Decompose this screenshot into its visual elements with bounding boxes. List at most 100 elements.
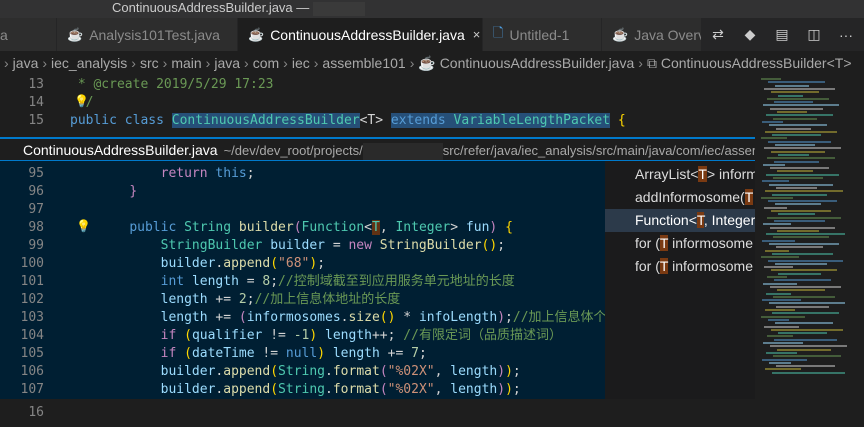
minimap-line — [776, 246, 823, 249]
code-token: ) — [317, 346, 326, 361]
minimap-line — [768, 140, 831, 143]
code-token: length — [191, 274, 239, 289]
reference-item[interactable]: addInformosome(T informosome — [605, 186, 755, 209]
code-token: } — [129, 184, 138, 199]
lightbulb-icon[interactable]: 💡 — [74, 94, 89, 108]
close-tab-icon[interactable]: × — [473, 27, 481, 42]
code-line[interactable]: if (qualifier != -1) length++; //有限定词（品质… — [98, 327, 562, 345]
minimap-line — [770, 107, 823, 110]
code-token: dateTime — [191, 346, 255, 361]
code-line[interactable]: public class ContinuousAddressBuilder<T>… — [70, 112, 626, 130]
tab-java-overview[interactable]: ☕ Java Overv — [602, 18, 702, 51]
reference-item[interactable]: ArrayList<T> informosomes — [605, 163, 755, 186]
open-preview-icon[interactable]: ▤ — [766, 26, 798, 43]
git-icon[interactable]: ◆ — [734, 26, 766, 43]
code-token: Integer — [395, 220, 451, 235]
minimap-line — [765, 190, 843, 193]
code-line[interactable]: public String builder(Function<T, Intege… — [98, 219, 513, 237]
code-token: StringBuilder — [160, 238, 263, 253]
minimap-line — [776, 365, 835, 368]
code-token: ContinuousAddressBuilder — [171, 113, 360, 128]
minimap-line — [773, 355, 841, 358]
code-line[interactable]: } — [98, 183, 137, 201]
code-line[interactable]: length += (informosomes.size() * infoLen… — [98, 309, 605, 327]
minimap-line — [772, 312, 839, 315]
breadcrumb-item[interactable]: src — [140, 55, 159, 71]
minimap[interactable] — [755, 76, 864, 427]
code-token: . — [325, 382, 333, 397]
code-line[interactable]: * @create 2019/5/29 17:23 — [70, 76, 274, 94]
minimap-line — [769, 124, 827, 127]
minimap-line — [762, 180, 789, 183]
code-token: builder — [160, 364, 216, 379]
breadcrumb-item[interactable]: java — [214, 55, 240, 71]
code-line[interactable]: length += 2;//加上信息体地址的长度 — [98, 291, 401, 309]
minimap-line — [768, 81, 825, 84]
tab-label: a — [0, 26, 8, 43]
compare-changes-icon[interactable]: ⇄ — [702, 26, 734, 43]
code-token: extends — [390, 113, 446, 128]
breadcrumb-item[interactable]: assemble101 — [322, 55, 405, 71]
tab-continuousaddressbuilder[interactable]: ☕ ContinuousAddressBuilder.java × — [238, 18, 483, 51]
line-number: 105 — [20, 346, 44, 361]
code-line[interactable]: builder.append(String.format("%02X", len… — [98, 363, 521, 381]
line-number: 16 — [28, 405, 44, 420]
reference-match: T — [659, 258, 669, 274]
code-token: infoLength — [418, 310, 498, 325]
line-number: 98 — [28, 220, 44, 235]
code-line[interactable]: int length = 8;//控制域截至到应用服务单元地址的长度 — [98, 273, 515, 291]
breadcrumb-item[interactable]: ContinuousAddressBuilder.java — [440, 55, 635, 71]
code-token: Function — [301, 220, 365, 235]
lightbulb-icon[interactable]: 💡 — [76, 219, 91, 233]
code-token: size — [348, 310, 380, 325]
line-number: 96 — [28, 184, 44, 199]
line-number: 107 — [20, 382, 44, 397]
code-token: ) — [505, 382, 513, 397]
code-token: //加上信息体地址的长度 — [254, 292, 401, 307]
reference-item[interactable]: for (T informosome — [605, 255, 755, 278]
peek-file-name[interactable]: ContinuousAddressBuilder.java — [23, 142, 218, 158]
code-line[interactable]: return this; — [98, 165, 255, 183]
tab-label: Analysis101Test.java — [89, 26, 220, 43]
code-line[interactable]: StringBuilder builder = new StringBuilde… — [98, 237, 505, 255]
breadcrumb-item[interactable]: java — [13, 55, 39, 71]
reference-item[interactable]: Function<T, Integer> fun — [605, 209, 755, 232]
peek-code[interactable]: 94 this.dateTime = date;95 return this;9… — [0, 161, 605, 399]
line-number: 102 — [20, 292, 44, 307]
breadcrumb-item[interactable]: iec — [292, 55, 310, 71]
tab-partial[interactable]: a — [0, 18, 57, 51]
breadcrumb-item[interactable]: ContinuousAddressBuilder<T> — [661, 55, 852, 71]
tab-analysis101test[interactable]: ☕ Analysis101Test.java — [57, 18, 238, 51]
chevron-right-icon: › — [638, 55, 643, 71]
minimap-line — [773, 117, 817, 120]
minimap-line — [766, 292, 791, 295]
code-line[interactable]: builder.append("68"); — [98, 255, 325, 273]
reference-text: informosome — [668, 258, 754, 274]
breadcrumb-item[interactable]: iec_analysis — [51, 55, 127, 71]
more-actions-icon[interactable]: ··· — [830, 27, 862, 43]
minimap-line — [772, 134, 821, 137]
minimap-line — [770, 345, 847, 348]
minimap-line — [771, 210, 831, 212]
chevron-right-icon: › — [42, 55, 48, 71]
chevron-right-icon: › — [162, 55, 168, 71]
minimap-line — [769, 302, 845, 305]
code-line[interactable]: builder.append(String.format("%02X", len… — [98, 381, 521, 399]
breadcrumb-item[interactable]: com — [253, 55, 279, 71]
tab-untitled-1[interactable]: 🗋 Untitled-1 — [483, 18, 602, 51]
breadcrumb-item[interactable]: main — [171, 55, 201, 71]
split-editor-icon[interactable]: ◫ — [798, 26, 830, 43]
peek-file-path: ~/dev/dev_root/projects/src/refer/java/i… — [224, 142, 755, 160]
reference-item[interactable]: for (T informosome — [605, 232, 755, 255]
code-line[interactable]: if (dateTime != null) length += 7; — [98, 345, 427, 363]
minimap-line — [775, 84, 809, 87]
code-token: != — [254, 346, 286, 361]
code-token: , — [434, 382, 451, 397]
